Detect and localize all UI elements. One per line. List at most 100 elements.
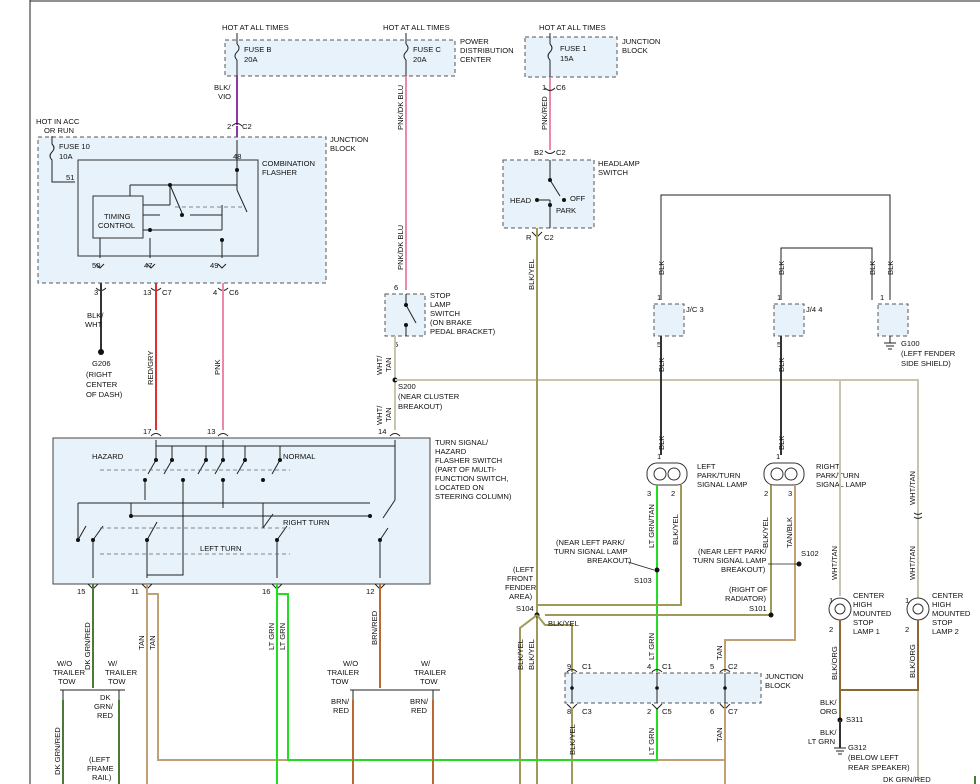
junction-block-label: JUNCTION: [330, 135, 368, 144]
junction-dot: [221, 458, 225, 462]
right-lamp-label: RIGHT: [816, 462, 840, 471]
pin-number: R: [526, 233, 532, 242]
turn-switch-label: STEERING COLUMN): [435, 492, 512, 501]
trailer-tow-label: TRAILER: [105, 668, 138, 677]
pin-number: B2: [534, 148, 543, 157]
wire-label: GRN/: [94, 702, 114, 711]
pin-number: 5: [710, 662, 714, 671]
stop-lamp-switch-label: (ON BRAKE: [430, 318, 472, 327]
pin-number: 1: [880, 293, 884, 302]
connector-label: C7: [162, 288, 172, 297]
turn-switch-label: FUNCTION SWITCH,: [435, 474, 508, 483]
wire-tan-blk: [724, 485, 796, 672]
wire-label: BLK: [657, 261, 666, 275]
g312-label: REAR SPEAKER): [848, 763, 910, 772]
chmsl-2-label: CENTER: [932, 591, 964, 600]
wire-label: RED: [97, 711, 114, 720]
pin-number: 16: [262, 587, 270, 596]
s103-location: (NEAR LEFT PARK/: [556, 538, 625, 547]
wire-label: BLK: [886, 261, 895, 275]
wire-label: TAN: [384, 357, 393, 372]
chmsl-lamp-1: WHT/TAN 1 2 CENTER HIGH MOUNTED STOP LAM…: [828, 380, 892, 636]
pin-number: 12: [366, 587, 374, 596]
junction-dot: [220, 238, 224, 242]
fuse-1-label: FUSE 1: [560, 44, 587, 53]
wire-label: DK GRN/RED: [883, 775, 931, 784]
wire-blk-ground-loop: [780, 247, 873, 300]
ground-g100-box: [877, 303, 909, 337]
connector-label: C1: [582, 662, 592, 671]
stop-lamp-switch-label: PEDAL BRACKET): [430, 327, 496, 336]
trailer-tow-label: TOW: [331, 677, 349, 686]
chmsl-1-label: STOP: [853, 618, 874, 627]
pin-number: 2: [764, 489, 768, 498]
pin-number: 13: [143, 288, 151, 297]
wire-label: BLK/YEL: [516, 639, 525, 670]
park-position-label: PARK: [556, 206, 576, 215]
wire-label: TAN/BLK: [785, 517, 794, 548]
wire-label: TAN: [715, 645, 724, 660]
wire-label: RED: [333, 706, 350, 715]
leader-line: [627, 561, 655, 571]
left-frame-rail-label: RAIL): [92, 773, 112, 782]
pin-number: 3: [647, 489, 651, 498]
wire-label: PNK/DK BLU: [396, 85, 405, 130]
wire-label: BLK/YEL: [671, 514, 680, 545]
hazard-position-label: HAZARD: [92, 452, 124, 461]
s104-location: (LEFT: [513, 565, 534, 574]
wire-label: BLK/ORG: [830, 646, 839, 680]
power-distribution-center: HOT AT ALL TIMES HOT AT ALL TIMES FUSE B…: [222, 23, 514, 77]
left-frame-rail-label: (LEFT: [89, 755, 110, 764]
jc3-label: J/C 3: [686, 305, 704, 314]
pin-number: 4: [213, 288, 217, 297]
junction-dot: [148, 228, 152, 232]
junction-dot: [145, 538, 149, 542]
connector-symbol: [544, 150, 556, 154]
s200-label: (NEAR CLUSTER: [398, 392, 460, 401]
fuse-b-label: FUSE B: [244, 45, 271, 54]
stop-lamp-switch-label: STOP: [430, 291, 451, 300]
wire-label: WHT/: [375, 405, 384, 425]
wire-label: LT GRN: [808, 737, 835, 746]
junction-block-label: BLOCK: [330, 144, 356, 153]
pin-number: 51: [66, 173, 74, 182]
wire-label: WHT: [85, 320, 103, 329]
junction-dot: [168, 183, 172, 187]
wire-label: VIO: [218, 92, 231, 101]
stop-lamp-switch-label: SWITCH: [430, 309, 460, 318]
wire-label: BLK/: [87, 311, 104, 320]
fuse-b-amp: 20A: [244, 55, 258, 64]
junction-dot: [204, 458, 208, 462]
wire-label: BLK/YEL: [527, 639, 536, 670]
wire-label: WHT/TAN: [908, 471, 917, 505]
trailer-tow-label: TRAILER: [53, 668, 86, 677]
pin-number: 49: [210, 261, 218, 270]
s103-location: TURN SIGNAL LAMP: [554, 547, 628, 556]
ground-symbol: [884, 336, 896, 350]
junction-dot: [76, 538, 80, 542]
junction-block-label: BLOCK: [765, 681, 791, 690]
pin-number: 17: [143, 427, 151, 436]
turn-switch-label: (PART OF MULTI-: [435, 465, 497, 474]
wire-label: LT GRN/TAN: [647, 504, 656, 548]
connector-symbol: [150, 433, 401, 437]
pdc-label: DISTRIBUTION: [460, 46, 514, 55]
wire-label: PNK/DK BLU: [396, 225, 405, 270]
pin-number: 2: [227, 122, 231, 131]
junction-dot: [221, 478, 225, 482]
wire-label: BLK: [777, 436, 786, 450]
left-frame-rail-label: FRAME: [87, 764, 114, 773]
s103-location: BREAKOUT): [587, 556, 632, 565]
wire-label: TAN: [148, 635, 157, 650]
splice-s103: [654, 567, 660, 573]
junction-dot: [404, 323, 408, 327]
s103-label: S103: [634, 576, 652, 585]
turn-switch-label: FLASHER SWITCH: [435, 456, 502, 465]
connector-label: C5: [662, 707, 672, 716]
trailer-tow-branch: [60, 689, 125, 700]
connector-label: C2: [544, 233, 554, 242]
junction-dot: [368, 514, 372, 518]
timing-control-label: TIMING: [104, 212, 131, 221]
chmsl-2-label: STOP: [932, 618, 953, 627]
right-lamp-housing: [763, 462, 805, 486]
